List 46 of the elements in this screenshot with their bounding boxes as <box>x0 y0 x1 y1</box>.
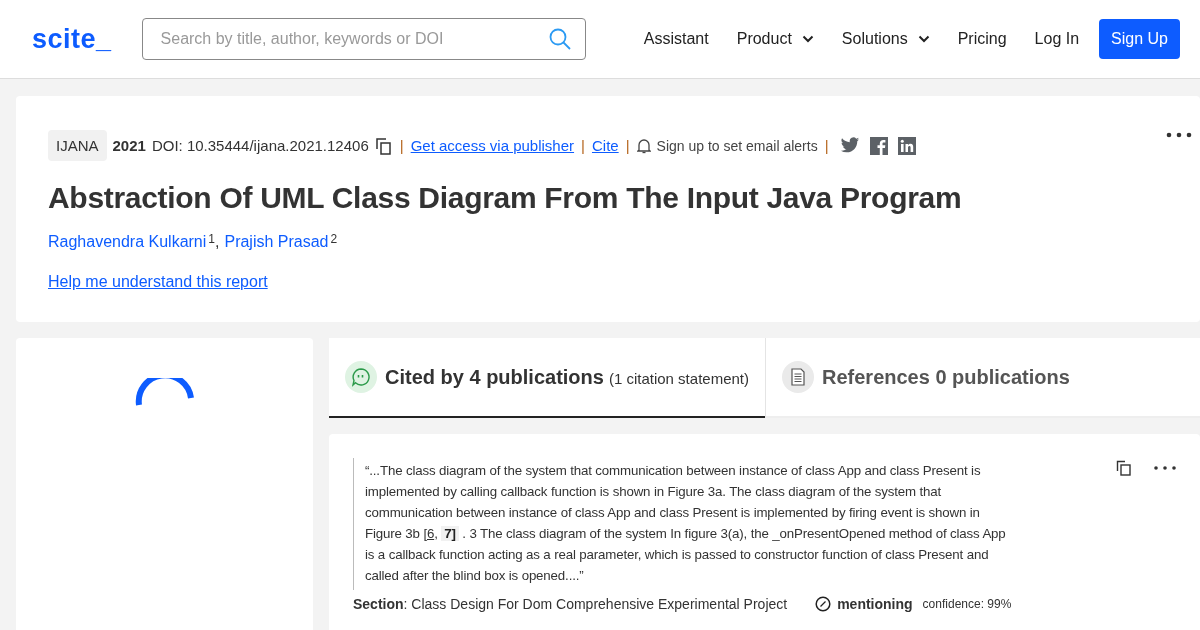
citation-type: mentioning <box>837 596 913 612</box>
author-link[interactable]: Prajish Prasad <box>224 233 329 251</box>
tab[interactable]: References 0 publications <box>765 338 1200 418</box>
year: 2021 <box>112 137 146 154</box>
nav-link[interactable]: Pricing <box>957 30 1007 48</box>
separator: | <box>581 137 585 154</box>
more-icon <box>1166 132 1192 138</box>
bell-icon[interactable] <box>636 137 651 154</box>
logo[interactable]: scite_ <box>32 23 112 55</box>
separator: | <box>824 137 829 154</box>
nav-link[interactable]: Product <box>736 30 814 48</box>
copy-icon[interactable] <box>374 136 393 155</box>
facebook-icon[interactable] <box>869 136 888 155</box>
reference-link[interactable]: 7] <box>441 526 459 541</box>
document-icon <box>782 361 814 393</box>
affiliation-number: 1 <box>208 233 215 245</box>
loading-spinner-icon <box>134 378 195 408</box>
nav-link[interactable]: Solutions <box>841 30 930 48</box>
nav-link[interactable]: Log In <box>1034 30 1080 48</box>
confidence-text: confidence: 99% <box>922 597 1012 611</box>
journal-tag: IJANA <box>48 130 107 161</box>
search-icon[interactable] <box>547 27 572 51</box>
caret-icon <box>801 35 814 43</box>
copy-icon[interactable] <box>1116 460 1132 476</box>
separator: | <box>625 137 630 154</box>
help-link[interactable]: Help me understand this report <box>48 273 268 291</box>
quote-bubble-icon <box>345 361 377 393</box>
compass-icon <box>815 596 832 612</box>
doi-text: DOI: 10.35444/ijana.2021.12406 <box>151 137 369 154</box>
access-link[interactable]: Get access via publisher <box>410 137 575 154</box>
separator: , <box>215 233 220 251</box>
nav-link[interactable]: Assistant <box>643 30 709 48</box>
more-icon <box>1154 466 1176 470</box>
separator: | <box>399 137 404 154</box>
caret-icon <box>917 35 930 43</box>
sign-up-button[interactable]: Sign Up <box>1099 19 1180 59</box>
search-field[interactable]: Search by title, author, keywords or DOI <box>141 18 586 60</box>
report-title: Abstraction Of UML Class Diagram From The Input Java Program <box>48 181 963 215</box>
linkedin-icon[interactable] <box>897 136 916 155</box>
twitter-icon[interactable] <box>839 137 860 154</box>
citation-quote: “...The class diagram of the system that communication between instance of class App and class Present is implemented by calling callback function is shown in Figure 3a. The class diagram of the system that communication between instance of class App and class Present is implemented by firing event is shown in Figure 3b [6, 7] . 3 The class diagram of the system In figure 3(a), the _onPresentOpened method of class App is a callback function acting as a real parameter, which is passed to constructor function of class Present and called after the blind box is opened....” <box>353 458 1015 590</box>
section-text: Section: Class Design For Dom Comprehensive Experimental Project <box>353 596 788 612</box>
affiliation-number: 2 <box>330 233 338 245</box>
author-link[interactable]: Raghavendra Kulkarni <box>48 233 207 251</box>
email-alerts-text[interactable]: Sign up to set email alerts <box>656 137 818 154</box>
cite-link[interactable]: Cite <box>591 137 619 154</box>
